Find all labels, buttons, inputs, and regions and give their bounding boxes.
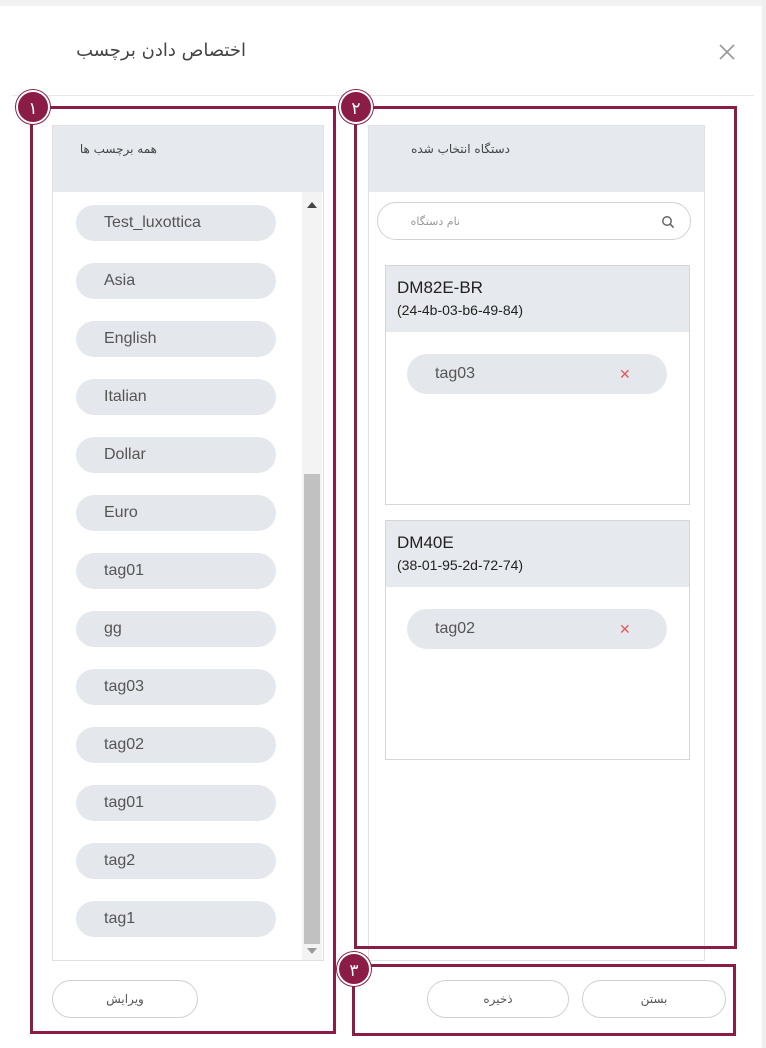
assign-tag-dialog: اختصاص دادن برچسب همه برچسب ها Test_luxo… bbox=[0, 0, 766, 1048]
annotation-frame-2 bbox=[354, 106, 737, 949]
annotation-frame-3 bbox=[352, 964, 736, 1036]
top-edge bbox=[0, 0, 766, 6]
annotation-frame-1 bbox=[30, 106, 336, 1034]
close-icon[interactable] bbox=[716, 41, 738, 63]
annotation-badge-1: ١ bbox=[16, 90, 50, 124]
annotation-badge-2: ٢ bbox=[339, 90, 373, 124]
annotation-badge-3: ٣ bbox=[337, 952, 371, 986]
dialog-title: اختصاص دادن برچسب bbox=[76, 40, 246, 61]
header-divider bbox=[12, 95, 754, 96]
right-edge bbox=[762, 0, 766, 1048]
